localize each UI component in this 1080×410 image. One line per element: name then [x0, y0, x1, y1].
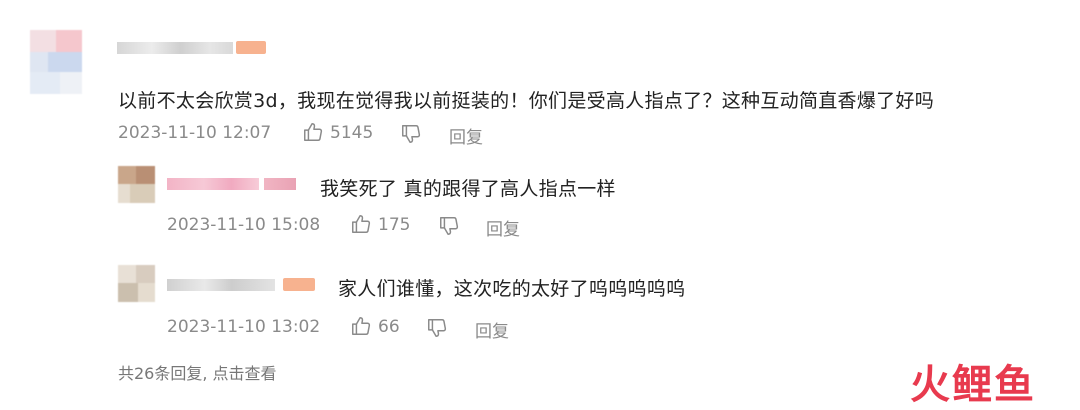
- thumbs-down-icon[interactable]: [438, 215, 460, 237]
- username-blurred-suffix: [264, 178, 296, 190]
- reply-text: 我笑死了 真的跟得了高人指点一样: [320, 178, 616, 200]
- reply-button[interactable]: 回复: [486, 215, 520, 240]
- comment-timestamp: 2023-11-10 12:07: [118, 123, 272, 143]
- user-badge: [283, 278, 315, 291]
- thumbs-up-icon[interactable]: [350, 213, 372, 235]
- thumbs-down-icon[interactable]: [400, 123, 422, 145]
- avatar[interactable]: [118, 166, 155, 203]
- reply-timestamp: 2023-11-10 13:02: [167, 317, 321, 337]
- reply-timestamp: 2023-11-10 15:08: [167, 215, 321, 235]
- view-more-replies-link[interactable]: 共26条回复, 点击查看: [118, 360, 277, 384]
- username-blurred[interactable]: [167, 279, 275, 291]
- avatar[interactable]: [118, 265, 155, 302]
- username-blurred[interactable]: [167, 178, 259, 190]
- user-badge: [236, 41, 266, 54]
- reply-button[interactable]: 回复: [475, 317, 509, 342]
- username-blurred[interactable]: [117, 42, 233, 54]
- thumbs-down-icon[interactable]: [426, 317, 448, 339]
- reply-button[interactable]: 回复: [449, 123, 483, 148]
- like-count: 66: [378, 317, 400, 337]
- watermark-logo: 火鲤鱼: [910, 362, 1036, 408]
- avatar[interactable]: [30, 30, 82, 94]
- like-count: 175: [378, 215, 411, 235]
- like-count: 5145: [330, 123, 374, 143]
- comment-text: 以前不太会欣赏3d，我现在觉得我以前挺装的！你们是受高人指点了？这种互动简直香爆…: [118, 90, 935, 112]
- thumbs-up-icon[interactable]: [350, 315, 372, 337]
- thumbs-up-icon[interactable]: [302, 121, 324, 143]
- reply-text: 家人们谁懂，这次吃的太好了呜呜呜呜呜: [338, 278, 686, 300]
